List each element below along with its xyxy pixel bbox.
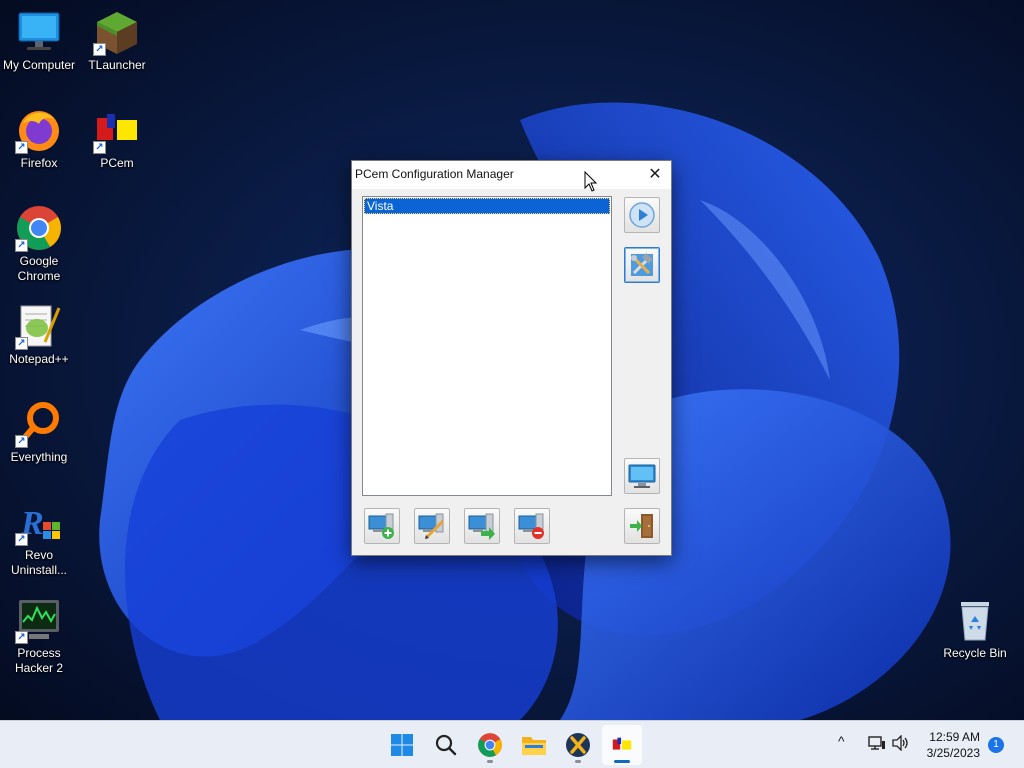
pcem-icon <box>612 737 632 750</box>
screen-button[interactable] <box>624 458 660 494</box>
window-title: PCem Configuration Manager <box>355 167 514 181</box>
shortcut-arrow-icon: ↗ <box>15 141 28 154</box>
taskbar-search-button[interactable] <box>426 725 466 765</box>
shortcut-arrow-icon: ↗ <box>93 43 106 56</box>
clock-time: 12:59 AM <box>929 730 980 744</box>
desktop-icon-pcem[interactable]: ↗ PCem <box>78 106 156 171</box>
desktop-icon-label: TLauncher <box>88 58 146 72</box>
close-button[interactable]: ✕ <box>639 161 671 187</box>
taskbar-xampp-button[interactable] <box>558 725 598 765</box>
tray-chevron-icon[interactable]: ^ <box>838 733 845 749</box>
copy-machine-icon <box>468 513 495 540</box>
edit-machine-icon <box>418 513 445 539</box>
monitor-icon <box>18 12 60 50</box>
delete-machine-icon <box>518 513 544 539</box>
edit-config-button[interactable] <box>414 508 450 544</box>
pcem-configuration-window: PCem Configuration Manager ✕ Vista <box>351 160 672 556</box>
shortcut-arrow-icon: ↗ <box>15 435 28 448</box>
desktop-icon-label: Google Chrome <box>17 254 61 283</box>
close-icon: ✕ <box>648 166 662 183</box>
shortcut-arrow-icon: ↗ <box>15 533 28 546</box>
shortcut-arrow-icon: ↗ <box>15 239 28 252</box>
active-indicator <box>614 760 630 763</box>
desktop-icon-tlauncher[interactable]: ↗ TLauncher <box>78 8 156 73</box>
desktop-icon-firefox[interactable]: ↗ Firefox <box>0 106 78 171</box>
file-explorer-icon <box>522 737 546 755</box>
exit-door-icon <box>630 514 653 538</box>
shortcut-arrow-icon: ↗ <box>15 337 28 350</box>
desktop-icon-label: Everything <box>10 450 68 464</box>
add-config-button[interactable] <box>364 508 400 544</box>
run-button[interactable] <box>624 197 660 233</box>
xampp-icon <box>566 733 590 757</box>
taskbar-pcem-button[interactable] <box>602 725 642 765</box>
desktop-icon-label: Revo Uninstall... <box>10 548 68 577</box>
desktop-icon-google-chrome[interactable]: ↗ Google Chrome <box>0 204 78 284</box>
shortcut-arrow-icon: ↗ <box>93 141 106 154</box>
add-machine-icon <box>368 513 394 539</box>
exit-button[interactable] <box>624 508 660 544</box>
play-icon <box>629 202 655 228</box>
taskbar: ^ 12:59 AM 3/25/2023 1 <box>0 720 1024 768</box>
start-button[interactable] <box>382 725 422 765</box>
notification-badge[interactable]: 1 <box>988 737 1004 753</box>
delete-config-button[interactable] <box>514 508 550 544</box>
desktop-icon-notepad-plus-plus[interactable]: ↗ Notepad++ <box>0 302 78 367</box>
running-indicator <box>487 760 493 763</box>
taskbar-clock[interactable]: 12:59 AM 3/25/2023 <box>927 729 980 761</box>
desktop-icon-label: My Computer <box>2 58 76 72</box>
search-icon <box>435 734 457 756</box>
desktop-icon-label: Firefox <box>20 156 58 170</box>
desktop-icon-recycle-bin[interactable]: Recycle Bin <box>936 596 1014 661</box>
start-icon <box>391 734 413 756</box>
shortcut-arrow-icon: ↗ <box>15 631 28 644</box>
mouse-cursor-icon <box>584 171 598 192</box>
window-titlebar[interactable]: PCem Configuration Manager ✕ <box>352 161 671 189</box>
desktop-icon-label: PCem <box>100 156 134 170</box>
network-icon[interactable] <box>868 735 886 751</box>
desktop-icon-process-hacker[interactable]: ↗ Process Hacker 2 <box>0 596 78 676</box>
desktop-icon-label: Notepad++ <box>9 352 69 366</box>
configure-button[interactable] <box>624 247 660 283</box>
list-item-config[interactable]: Vista <box>364 198 610 214</box>
desktop-icon-my-computer[interactable]: My Computer <box>0 8 78 73</box>
monitor-icon <box>628 464 656 488</box>
desktop-icon-label: Recycle Bin <box>943 646 1007 660</box>
running-indicator <box>575 760 581 763</box>
chrome-icon <box>478 733 502 757</box>
clock-date: 3/25/2023 <box>926 746 980 760</box>
copy-config-button[interactable] <box>464 508 500 544</box>
taskbar-file-explorer-button[interactable] <box>514 725 554 765</box>
desktop-icon-revo-uninstaller[interactable]: R ↗ Revo Uninstall... <box>0 498 78 578</box>
volume-icon[interactable] <box>892 735 910 751</box>
config-list[interactable]: Vista <box>362 196 612 496</box>
desktop-icon-everything[interactable]: ↗ Everything <box>0 400 78 465</box>
desktop-icon-label: Process Hacker 2 <box>14 646 64 675</box>
tools-icon <box>631 253 653 276</box>
recycle-bin-icon <box>961 602 989 641</box>
taskbar-chrome-button[interactable] <box>470 725 510 765</box>
